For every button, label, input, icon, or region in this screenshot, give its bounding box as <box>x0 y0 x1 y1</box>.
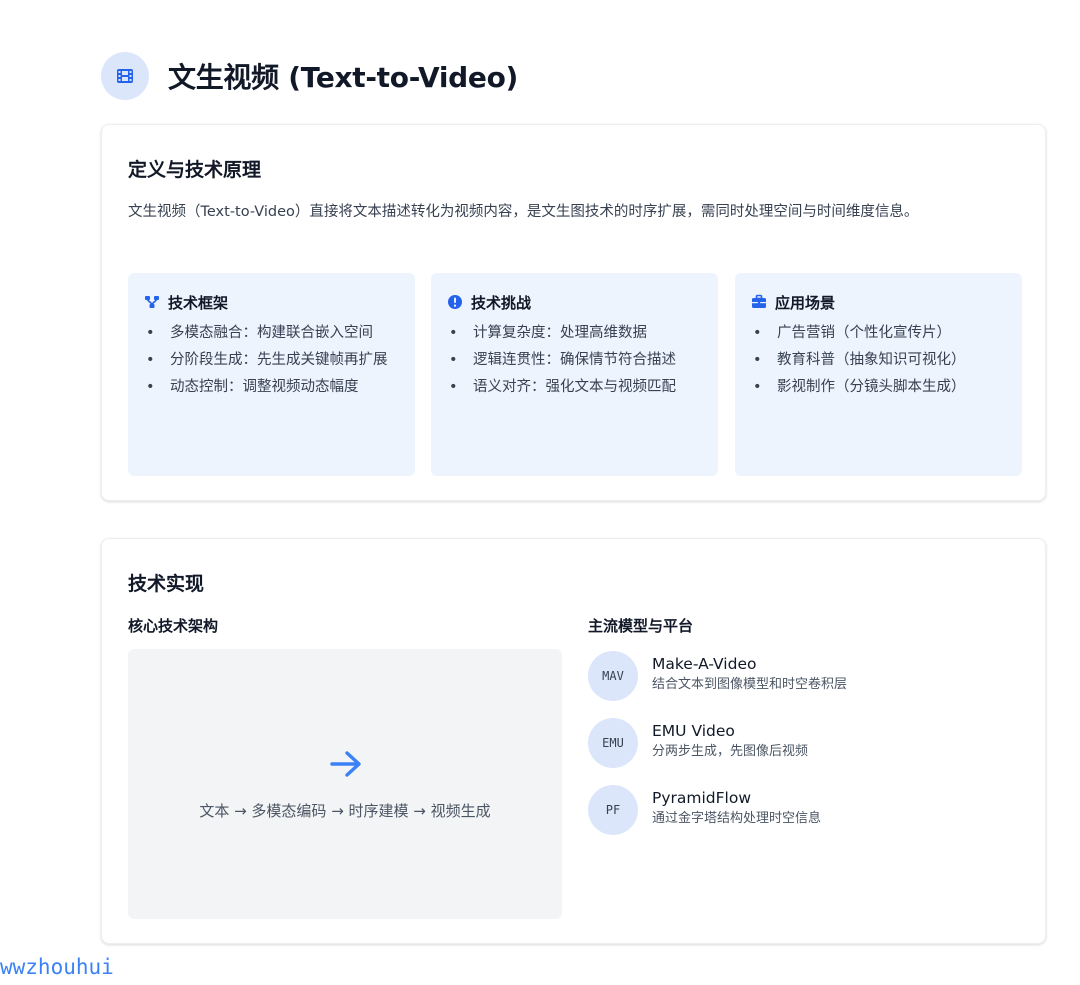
list-item: 多模态融合：构建联合嵌入空间 <box>144 321 399 346</box>
model-badge: PF <box>588 785 638 835</box>
implementation-title: 技术实现 <box>128 573 205 595</box>
models-list: MAV Make-A-Video 结合文本到图像模型和时空卷积层 EMU EMU… <box>588 651 1018 852</box>
model-description: 通过金字塔结构处理时空信息 <box>652 811 822 826</box>
list-item: 教育科普（抽象知识可视化） <box>751 348 1006 373</box>
challenges-heading: 技术挑战 <box>447 291 702 313</box>
architecture-diagram: 文本 → 多模态编码 → 时序建模 → 视频生成 <box>128 649 562 919</box>
implementation-card: 技术实现 核心技术架构 主流模型与平台 文本 → 多模态编码 → 时序建模 → … <box>101 538 1046 944</box>
briefcase-icon <box>751 294 767 310</box>
model-item: MAV Make-A-Video 结合文本到图像模型和时空卷积层 <box>588 651 1018 718</box>
definition-intro: 文生视频（Text-to-Video）直接将文本描述转化为视频内容，是文生图技术… <box>128 204 919 220</box>
alert-circle-icon <box>447 294 463 310</box>
applications-list: 广告营销（个性化宣传片） 教育科普（抽象知识可视化） 影视制作（分镜头脚本生成） <box>751 321 1006 400</box>
applications-box: 应用场景 广告营销（个性化宣传片） 教育科普（抽象知识可视化） 影视制作（分镜头… <box>735 273 1022 476</box>
model-item: EMU EMU Video 分两步生成，先图像后视频 <box>588 718 1018 785</box>
list-item: 分阶段生成：先生成关键帧再扩展 <box>144 348 399 373</box>
challenges-list: 计算复杂度：处理高维数据 逻辑连贯性：确保情节符合描述 语义对齐：强化文本与视频… <box>447 321 702 400</box>
list-item: 逻辑连贯性：确保情节符合描述 <box>447 348 702 373</box>
architecture-title: 核心技术架构 <box>128 617 219 635</box>
model-name: PyramidFlow <box>652 789 752 807</box>
framework-list: 多模态融合：构建联合嵌入空间 分阶段生成：先生成关键帧再扩展 动态控制：调整视频… <box>144 321 399 400</box>
framework-heading: 技术框架 <box>144 291 399 313</box>
architecture-flow: 文本 → 多模态编码 → 时序建模 → 视频生成 <box>199 802 491 820</box>
definition-card: 定义与技术原理 文生视频（Text-to-Video）直接将文本描述转化为视频内… <box>101 124 1046 501</box>
list-item: 广告营销（个性化宣传片） <box>751 321 1006 346</box>
model-name: Make-A-Video <box>652 655 757 673</box>
model-item: PF PyramidFlow 通过金字塔结构处理时空信息 <box>588 785 1018 852</box>
model-badge: MAV <box>588 651 638 701</box>
model-description: 分两步生成，先图像后视频 <box>652 744 809 759</box>
challenges-box: 技术挑战 计算复杂度：处理高维数据 逻辑连贯性：确保情节符合描述 语义对齐：强化… <box>431 273 718 476</box>
challenges-title: 技术挑战 <box>471 293 532 312</box>
nodes-icon <box>144 294 160 310</box>
film-icon <box>101 52 149 100</box>
applications-heading: 应用场景 <box>751 291 1006 313</box>
page-title: 文生视频 (Text-to-Video) <box>168 61 519 94</box>
framework-box: 技术框架 多模态融合：构建联合嵌入空间 分阶段生成：先生成关键帧再扩展 动态控制… <box>128 273 415 476</box>
list-item: 影视制作（分镜头脚本生成） <box>751 375 1006 400</box>
watermark: wwzhouhui <box>0 955 114 979</box>
applications-title: 应用场景 <box>775 293 836 312</box>
model-name: EMU Video <box>652 722 735 740</box>
list-item: 计算复杂度：处理高维数据 <box>447 321 702 346</box>
models-title: 主流模型与平台 <box>588 617 694 635</box>
arrow-right-icon <box>330 751 361 777</box>
model-badge: EMU <box>588 718 638 768</box>
list-item: 动态控制：调整视频动态幅度 <box>144 375 399 400</box>
page-header: 文生视频 (Text-to-Video) <box>101 52 518 100</box>
list-item: 语义对齐：强化文本与视频匹配 <box>447 375 702 400</box>
framework-title: 技术框架 <box>168 293 229 312</box>
definition-title: 定义与技术原理 <box>128 159 262 181</box>
model-description: 结合文本到图像模型和时空卷积层 <box>652 677 848 692</box>
